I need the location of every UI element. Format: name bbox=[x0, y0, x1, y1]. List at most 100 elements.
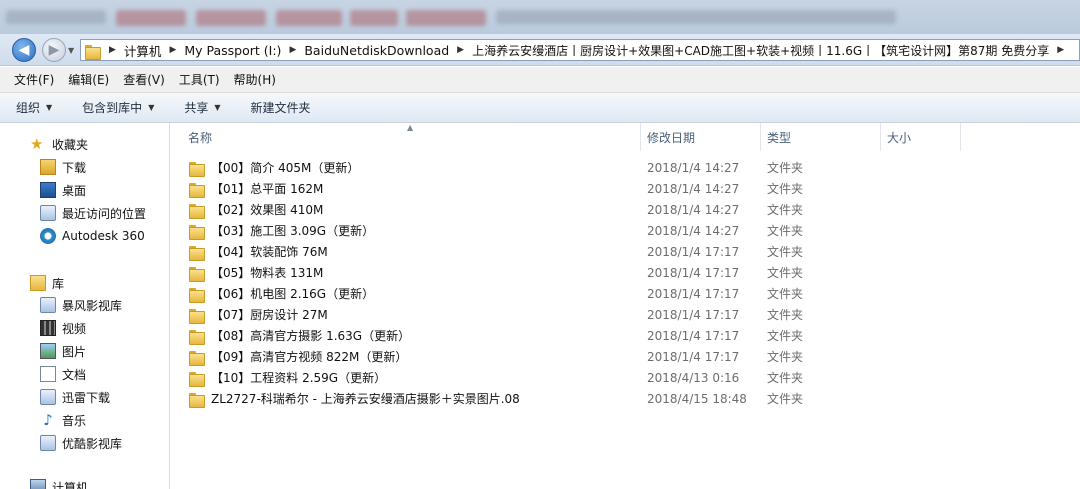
blurred-tab bbox=[350, 10, 398, 26]
nav-desktop[interactable]: 桌面 bbox=[40, 180, 86, 200]
address-bar[interactable]: ▶ 计算机 ▶ My Passport (I:) ▶ BaiduNetdiskD… bbox=[80, 39, 1080, 61]
nav-youku-label: 优酷影视库 bbox=[62, 436, 123, 451]
navigation-pane: ★ 收藏夹 下载 桌面 最近访问的位置 Autodesk 360 库 暴风影视库… bbox=[0, 123, 170, 489]
include-in-library-button[interactable]: 包含到库中 ▼ bbox=[82, 99, 154, 116]
menu-file[interactable]: 文件(F) bbox=[14, 71, 54, 88]
youku-library-icon bbox=[40, 435, 56, 451]
column-name-label: 名称 bbox=[188, 130, 213, 145]
blurred-tab bbox=[196, 10, 266, 26]
nav-baofeng-label: 暴风影视库 bbox=[62, 298, 123, 313]
nav-favorites[interactable]: ★ 收藏夹 bbox=[30, 134, 88, 154]
file-row[interactable]: 【01】总平面 162M 2018/1/4 14:27 文件夹 bbox=[171, 178, 1080, 199]
nav-downloads[interactable]: 下载 bbox=[40, 157, 86, 177]
breadcrumb-separator-icon[interactable]: ▶ bbox=[289, 45, 296, 55]
file-row[interactable]: 【07】厨房设计 27M 2018/1/4 17:17 文件夹 bbox=[171, 304, 1080, 325]
include-library-label: 包含到库中 bbox=[82, 101, 143, 115]
column-header-date[interactable]: 修改日期 bbox=[641, 123, 761, 151]
share-button[interactable]: 共享 ▼ bbox=[184, 99, 220, 116]
menu-tools[interactable]: 工具(T) bbox=[179, 71, 220, 88]
breadcrumb-separator-icon[interactable]: ▶ bbox=[457, 45, 464, 55]
file-row[interactable]: 【00】简介 405M（更新） 2018/1/4 14:27 文件夹 bbox=[171, 157, 1080, 178]
file-name-cell: ZL2727-科瑞希尔 - 上海养云安缦酒店摄影＋实景图片.08 bbox=[171, 390, 641, 408]
forward-button[interactable]: ▶ bbox=[42, 38, 66, 62]
file-type: 文件夹 bbox=[767, 266, 804, 280]
column-size-label: 大小 bbox=[887, 130, 912, 145]
back-button[interactable]: ◀ bbox=[12, 38, 36, 62]
nav-videos[interactable]: 视频 bbox=[40, 318, 86, 338]
file-row[interactable]: 【04】软装配饰 76M 2018/1/4 17:17 文件夹 bbox=[171, 241, 1080, 262]
nav-pictures[interactable]: 图片 bbox=[40, 341, 86, 361]
file-date: 2018/1/4 17:17 bbox=[647, 328, 740, 343]
breadcrumb-drive[interactable]: My Passport (I:) bbox=[184, 43, 281, 58]
sort-ascending-icon: ▲ bbox=[407, 123, 414, 132]
desktop-icon bbox=[40, 182, 56, 198]
breadcrumb-download-folder[interactable]: BaiduNetdiskDownload bbox=[304, 43, 449, 58]
menu-bar: 文件(F) 编辑(E) 查看(V) 工具(T) 帮助(H) bbox=[0, 67, 1080, 93]
column-header-size[interactable]: 大小 bbox=[881, 123, 961, 151]
file-date: 2018/1/4 14:27 bbox=[647, 181, 740, 196]
file-row[interactable]: 【02】效果图 410M 2018/1/4 14:27 文件夹 bbox=[171, 199, 1080, 220]
nav-xunlei-downloads[interactable]: 迅雷下载 bbox=[40, 387, 110, 407]
column-header-type[interactable]: 类型 bbox=[761, 123, 881, 151]
breadcrumb-separator-icon[interactable]: ▶ bbox=[169, 45, 176, 55]
nav-recent-places[interactable]: 最近访问的位置 bbox=[40, 203, 146, 223]
folder-icon bbox=[189, 182, 205, 198]
menu-view[interactable]: 查看(V) bbox=[123, 71, 165, 88]
downloads-folder-icon bbox=[40, 159, 56, 175]
folder-icon bbox=[189, 203, 205, 219]
nav-autodesk-360[interactable]: Autodesk 360 bbox=[40, 226, 145, 246]
folder-icon bbox=[189, 329, 205, 345]
column-type-label: 类型 bbox=[767, 130, 792, 145]
share-label: 共享 bbox=[184, 101, 209, 115]
file-name: 【07】厨房设计 27M bbox=[211, 308, 328, 322]
breadcrumb-current-folder[interactable]: 上海养云安缦酒店丨厨房设计+效果图+CAD施工图+软装+视频丨11.6G丨【筑宅… bbox=[472, 42, 1049, 59]
nav-music-label: 音乐 bbox=[62, 413, 87, 428]
file-type: 文件夹 bbox=[767, 350, 804, 364]
breadcrumb-separator-icon[interactable]: ▶ bbox=[109, 45, 116, 55]
file-row[interactable]: 【08】高清官方摄影 1.63G（更新） 2018/1/4 17:17 文件夹 bbox=[171, 325, 1080, 346]
file-row[interactable]: 【06】机电图 2.16G（更新） 2018/1/4 17:17 文件夹 bbox=[171, 283, 1080, 304]
folder-icon bbox=[189, 266, 205, 282]
file-date: 2018/1/4 17:17 bbox=[647, 265, 740, 280]
file-type: 文件夹 bbox=[767, 371, 804, 385]
file-row[interactable]: 【03】施工图 3.09G（更新） 2018/1/4 14:27 文件夹 bbox=[171, 220, 1080, 241]
nav-computer[interactable]: 计算机 bbox=[30, 477, 88, 489]
menu-edit[interactable]: 编辑(E) bbox=[68, 71, 109, 88]
blurred-tab bbox=[276, 10, 342, 26]
folder-icon bbox=[189, 308, 205, 324]
menu-help[interactable]: 帮助(H) bbox=[234, 71, 276, 88]
new-folder-button[interactable]: 新建文件夹 bbox=[251, 99, 311, 116]
breadcrumb-separator-icon[interactable]: ▶ bbox=[1057, 45, 1064, 55]
blurred-tab bbox=[406, 10, 486, 26]
file-type: 文件夹 bbox=[767, 287, 804, 301]
nav-libraries[interactable]: 库 bbox=[30, 273, 64, 293]
nav-computer-label: 计算机 bbox=[52, 480, 89, 489]
file-name: 【03】施工图 3.09G（更新） bbox=[211, 224, 375, 238]
file-row[interactable]: 【09】高清官方视频 822M（更新） 2018/1/4 17:17 文件夹 bbox=[171, 346, 1080, 367]
file-row[interactable]: 【10】工程资料 2.59G（更新） 2018/4/13 0:16 文件夹 bbox=[171, 367, 1080, 388]
organize-button[interactable]: 组织 ▼ bbox=[16, 99, 52, 116]
music-note-icon: ♪ bbox=[43, 411, 53, 429]
nav-youku-library[interactable]: 优酷影视库 bbox=[40, 433, 122, 453]
dropdown-arrow-icon: ▼ bbox=[148, 103, 155, 112]
nav-favorites-label: 收藏夹 bbox=[52, 137, 89, 152]
nav-recent-label: 最近访问的位置 bbox=[62, 206, 147, 221]
file-type: 文件夹 bbox=[767, 329, 804, 343]
nav-downloads-label: 下载 bbox=[62, 160, 87, 175]
nav-baofeng-library[interactable]: 暴风影视库 bbox=[40, 295, 122, 315]
nav-documents[interactable]: 文档 bbox=[40, 364, 86, 384]
file-name: ZL2727-科瑞希尔 - 上海养云安缦酒店摄影＋实景图片.08 bbox=[211, 392, 520, 406]
breadcrumb-computer[interactable]: 计算机 bbox=[124, 41, 162, 60]
folder-icon bbox=[85, 44, 101, 60]
file-name-cell: 【09】高清官方视频 822M（更新） bbox=[171, 348, 641, 366]
picture-icon bbox=[40, 343, 56, 359]
file-name: 【08】高清官方摄影 1.63G（更新） bbox=[211, 329, 411, 343]
file-list: 名称 ▲ 修改日期 类型 大小 【00】简介 405M（更新） 2018/1/4 … bbox=[171, 123, 1080, 489]
recent-pages-dropdown-icon[interactable]: ▼ bbox=[68, 46, 74, 55]
file-row[interactable]: ZL2727-科瑞希尔 - 上海养云安缦酒店摄影＋实景图片.08 2018/4/1… bbox=[171, 388, 1080, 409]
nav-music[interactable]: ♪ 音乐 bbox=[40, 410, 86, 430]
column-header-name[interactable]: 名称 ▲ bbox=[171, 123, 641, 151]
file-row[interactable]: 【05】物料表 131M 2018/1/4 17:17 文件夹 bbox=[171, 262, 1080, 283]
recent-places-icon bbox=[40, 205, 56, 221]
file-type: 文件夹 bbox=[767, 308, 804, 322]
